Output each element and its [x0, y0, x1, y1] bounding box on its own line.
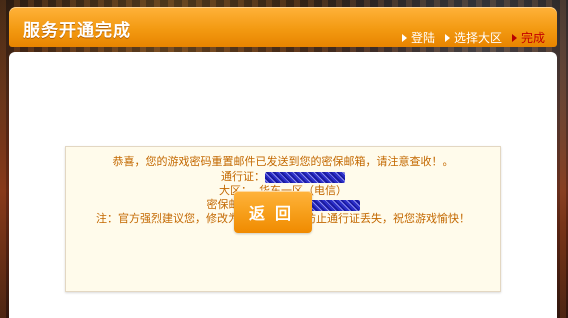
account-label: 通行证：	[221, 170, 265, 183]
step-login[interactable]: 登陆	[401, 29, 435, 46]
step-complete[interactable]: 完成	[511, 29, 545, 46]
arrow-right-icon	[511, 33, 517, 42]
account-row: 通行证：	[66, 170, 500, 183]
header-bar: 服务开通完成 登陆 选择大区 完成	[9, 7, 557, 47]
arrow-right-icon	[444, 33, 450, 42]
account-value-masked	[265, 171, 345, 183]
page-title: 服务开通完成	[23, 21, 131, 41]
arrow-right-icon	[401, 33, 407, 42]
success-message: 恭喜，您的游戏密码重置邮件已发送到您的密保邮箱，请注意查收！。	[112, 155, 454, 168]
return-button[interactable]: 返回	[234, 191, 312, 233]
step-select-server[interactable]: 选择大区	[444, 29, 502, 46]
step-breadcrumb: 登陆 选择大区 完成	[401, 29, 545, 46]
step-complete-label: 完成	[520, 31, 545, 45]
step-select-server-label: 选择大区	[453, 31, 502, 45]
step-login-label: 登陆	[410, 31, 435, 45]
content-panel: 恭喜，您的游戏密码重置邮件已发送到您的密保邮箱，请注意查收！。 通行证： 大区：…	[9, 52, 557, 318]
